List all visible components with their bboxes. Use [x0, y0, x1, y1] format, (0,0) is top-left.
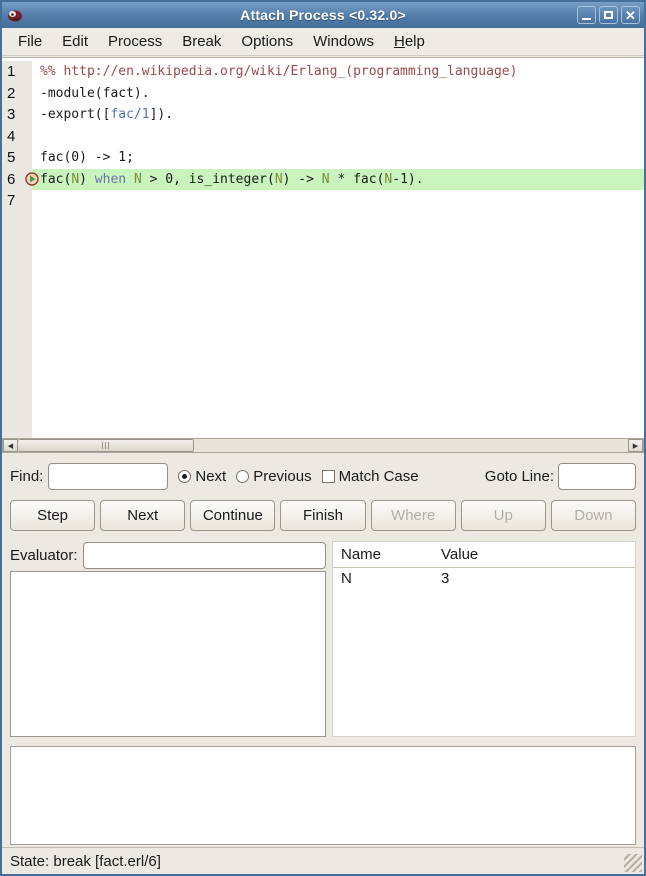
line-number[interactable]: 7: [2, 190, 32, 212]
goto-line-label: Goto Line:: [485, 468, 554, 485]
variable-name: N: [333, 567, 433, 589]
code-line-3[interactable]: 3-export([fac/1]).: [2, 104, 644, 126]
line-number[interactable]: 2: [2, 83, 32, 105]
line-code: -export([fac/1]).: [32, 104, 644, 126]
line-number[interactable]: 1: [2, 61, 32, 83]
statusbar: State: break [fact.erl/6]: [2, 847, 644, 874]
code-editor[interactable]: 1%% http://en.wikipedia.org/wiki/Erlang_…: [2, 57, 644, 438]
direction-previous-label: Previous: [253, 468, 311, 485]
debug-toolbar: Step Next Continue Finish Where Up Down: [10, 500, 636, 532]
find-input[interactable]: [48, 463, 168, 490]
close-button[interactable]: ✕: [621, 6, 640, 24]
direction-next-label: Next: [195, 468, 226, 485]
direction-next-radio[interactable]: [178, 470, 191, 483]
minimize-icon: [582, 18, 591, 20]
thumb-grip: [102, 442, 103, 449]
table-row[interactable]: N3: [333, 567, 635, 589]
menu-help[interactable]: Help: [384, 30, 435, 53]
maximize-icon: [604, 11, 613, 19]
maximize-button[interactable]: [599, 6, 618, 24]
scroll-right-button[interactable]: ▶: [628, 439, 643, 452]
menu-process[interactable]: Process: [98, 30, 172, 53]
code-line-7[interactable]: 7: [2, 190, 644, 212]
code-lines: 1%% http://en.wikipedia.org/wiki/Erlang_…: [2, 61, 644, 212]
find-label: Find:: [10, 468, 43, 485]
next-button[interactable]: Next: [100, 500, 185, 531]
status-text: State: break [fact.erl/6]: [10, 853, 161, 870]
scrollbar-thumb[interactable]: [18, 439, 194, 452]
scroll-right-icon: ▶: [633, 442, 638, 450]
thumb-grip: [108, 442, 109, 449]
variables-pane[interactable]: Name Value N3: [332, 541, 636, 737]
goto-line-input[interactable]: [558, 463, 636, 490]
resize-grip[interactable]: [624, 854, 642, 872]
evaluator-input[interactable]: [83, 542, 326, 569]
minimize-button[interactable]: [577, 6, 596, 24]
down-button[interactable]: Down: [551, 500, 636, 531]
up-button[interactable]: Up: [461, 500, 546, 531]
menubar: File Edit Process Break Options Windows …: [2, 28, 644, 56]
code-line-4[interactable]: 4: [2, 126, 644, 148]
direction-previous-radio[interactable]: [236, 470, 249, 483]
trace-output[interactable]: [10, 746, 636, 845]
scroll-left-icon: ◀: [8, 442, 13, 450]
column-header-value[interactable]: Value: [433, 542, 635, 567]
evaluator-label: Evaluator:: [10, 547, 78, 564]
line-number[interactable]: 4: [2, 126, 32, 148]
finish-button[interactable]: Finish: [280, 500, 365, 531]
window-title: Attach Process <0.32.0>: [2, 7, 644, 23]
close-icon: ✕: [625, 9, 636, 22]
find-row: Find: Next Previous Match Case Goto Line…: [2, 453, 644, 499]
line-code: fac(N) when N > 0, is_integer(N) -> N * …: [32, 169, 644, 191]
titlebar[interactable]: Attach Process <0.32.0> ✕: [2, 2, 644, 28]
menu-windows[interactable]: Windows: [303, 30, 384, 53]
scroll-left-button[interactable]: ◀: [3, 439, 18, 452]
line-code: -module(fact).: [32, 83, 644, 105]
menu-options[interactable]: Options: [231, 30, 303, 53]
code-line-1[interactable]: 1%% http://en.wikipedia.org/wiki/Erlang_…: [2, 61, 644, 83]
line-code: [32, 190, 644, 212]
code-line-2[interactable]: 2-module(fact).: [2, 83, 644, 105]
step-button[interactable]: Step: [10, 500, 95, 531]
code-line-6[interactable]: 6fac(N) when N > 0, is_integer(N) -> N *…: [2, 169, 644, 191]
evaluator-row: Evaluator:: [10, 541, 326, 569]
variable-value: 3: [433, 567, 635, 589]
where-button[interactable]: Where: [371, 500, 456, 531]
gutter-fill: [2, 212, 32, 439]
continue-button[interactable]: Continue: [190, 500, 275, 531]
line-number[interactable]: 3: [2, 104, 32, 126]
evaluator-output[interactable]: [10, 571, 326, 737]
menu-break[interactable]: Break: [172, 30, 231, 53]
line-number[interactable]: 5: [2, 147, 32, 169]
menu-edit[interactable]: Edit: [52, 30, 98, 53]
menu-file[interactable]: File: [8, 30, 52, 53]
match-case-checkbox[interactable]: [322, 470, 335, 483]
attach-process-window: Attach Process <0.32.0> ✕ File Edit Proc…: [0, 0, 646, 876]
code-line-5[interactable]: 5fac(0) -> 1;: [2, 147, 644, 169]
line-code: [32, 126, 644, 148]
app-icon[interactable]: [6, 6, 24, 24]
variables-body: N3: [333, 567, 635, 589]
line-code: %% http://en.wikipedia.org/wiki/Erlang_(…: [32, 61, 644, 83]
column-header-name[interactable]: Name: [333, 542, 433, 567]
horizontal-scrollbar[interactable]: ◀ ▶: [2, 438, 644, 453]
line-code: fac(0) -> 1;: [32, 147, 644, 169]
thumb-grip: [105, 442, 106, 449]
current-line-marker-icon: [25, 172, 39, 186]
match-case-label: Match Case: [339, 468, 419, 485]
